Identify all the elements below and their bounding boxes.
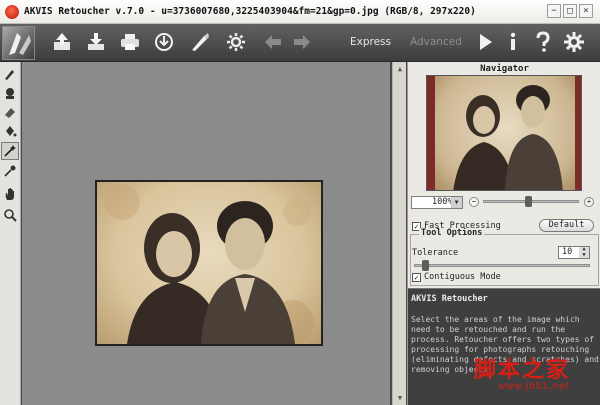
tolerance-slider-knob[interactable] bbox=[422, 260, 429, 271]
maximize-button[interactable]: □ bbox=[563, 4, 577, 18]
contiguous-label: Contiguous Mode bbox=[424, 272, 501, 282]
help-title: AKVIS Retoucher bbox=[411, 294, 488, 304]
close-button[interactable]: × bbox=[579, 4, 593, 18]
info-icon[interactable] bbox=[500, 29, 526, 55]
magic-wand-icon[interactable] bbox=[1, 142, 19, 160]
watermark-url: www.jb51.net bbox=[498, 381, 570, 392]
zoom-select[interactable]: 100% ▼ bbox=[411, 196, 463, 209]
eraser-icon[interactable] bbox=[1, 103, 19, 121]
app-logo bbox=[2, 26, 35, 60]
main-toolbar: Express Advanced bbox=[0, 24, 600, 62]
express-mode-tab[interactable]: Express bbox=[350, 36, 391, 48]
brush-icon[interactable] bbox=[187, 29, 213, 55]
brush-tool-icon[interactable] bbox=[1, 65, 19, 83]
navigator-preview[interactable] bbox=[426, 75, 582, 191]
canvas-scrollbar[interactable]: ▲ ▼ bbox=[392, 62, 406, 405]
site-watermark: 脚本之家 www.jb51.net bbox=[474, 352, 600, 405]
undo-arrow-icon[interactable] bbox=[260, 29, 286, 55]
tolerance-input[interactable]: 10 ▲ ▼ bbox=[558, 246, 590, 259]
watermark-cn-text: 脚本之家 bbox=[474, 357, 571, 383]
photo-image bbox=[95, 180, 323, 346]
zoom-out-icon[interactable]: − bbox=[469, 197, 479, 207]
scroll-up-icon[interactable]: ▲ bbox=[395, 64, 405, 74]
tool-strip bbox=[0, 62, 21, 405]
zoom-icon[interactable] bbox=[1, 206, 19, 224]
hand-icon[interactable] bbox=[1, 185, 19, 203]
settings-gear-icon[interactable] bbox=[223, 29, 249, 55]
title-bar: AKVIS Retoucher v.7.0 - u=3736007680,322… bbox=[0, 0, 600, 24]
share-icon[interactable] bbox=[151, 29, 177, 55]
tolerance-slider[interactable] bbox=[414, 264, 590, 267]
zoom-in-icon[interactable]: + bbox=[584, 197, 594, 207]
save-icon[interactable] bbox=[83, 29, 109, 55]
open-icon[interactable] bbox=[49, 29, 75, 55]
print-icon[interactable] bbox=[117, 29, 143, 55]
eyedropper-icon[interactable] bbox=[1, 162, 19, 180]
zoom-slider-knob[interactable] bbox=[525, 196, 533, 207]
scroll-down-icon[interactable]: ▼ bbox=[395, 393, 405, 403]
image-canvas[interactable] bbox=[22, 62, 390, 405]
app-icon bbox=[5, 5, 19, 19]
spinner-arrows-icon[interactable]: ▲ ▼ bbox=[579, 246, 589, 258]
redo-arrow-icon[interactable] bbox=[289, 29, 315, 55]
advanced-mode-tab[interactable]: Advanced bbox=[410, 36, 462, 48]
minimize-button[interactable]: − bbox=[547, 4, 561, 18]
help-icon[interactable] bbox=[530, 29, 556, 55]
preferences-icon[interactable] bbox=[561, 29, 587, 55]
contiguous-row[interactable]: ✓ Contiguous Mode bbox=[412, 272, 501, 282]
tool-options-title: Tool Options bbox=[419, 228, 485, 238]
fill-icon[interactable] bbox=[1, 122, 19, 140]
tolerance-value: 10 bbox=[562, 247, 573, 257]
window-title: AKVIS Retoucher v.7.0 - u=3736007680,322… bbox=[24, 6, 476, 17]
stamp-icon[interactable] bbox=[1, 84, 19, 102]
navigator-thumbnail bbox=[435, 76, 575, 190]
contiguous-checkbox[interactable]: ✓ bbox=[412, 272, 421, 282]
play-icon[interactable] bbox=[472, 29, 498, 55]
chevron-down-icon[interactable]: ▼ bbox=[451, 197, 462, 208]
tolerance-label: Tolerance bbox=[412, 248, 459, 258]
zoom-value: 100% bbox=[432, 197, 453, 207]
navigator-title: Navigator bbox=[480, 64, 529, 74]
default-button[interactable]: Default bbox=[539, 219, 594, 232]
